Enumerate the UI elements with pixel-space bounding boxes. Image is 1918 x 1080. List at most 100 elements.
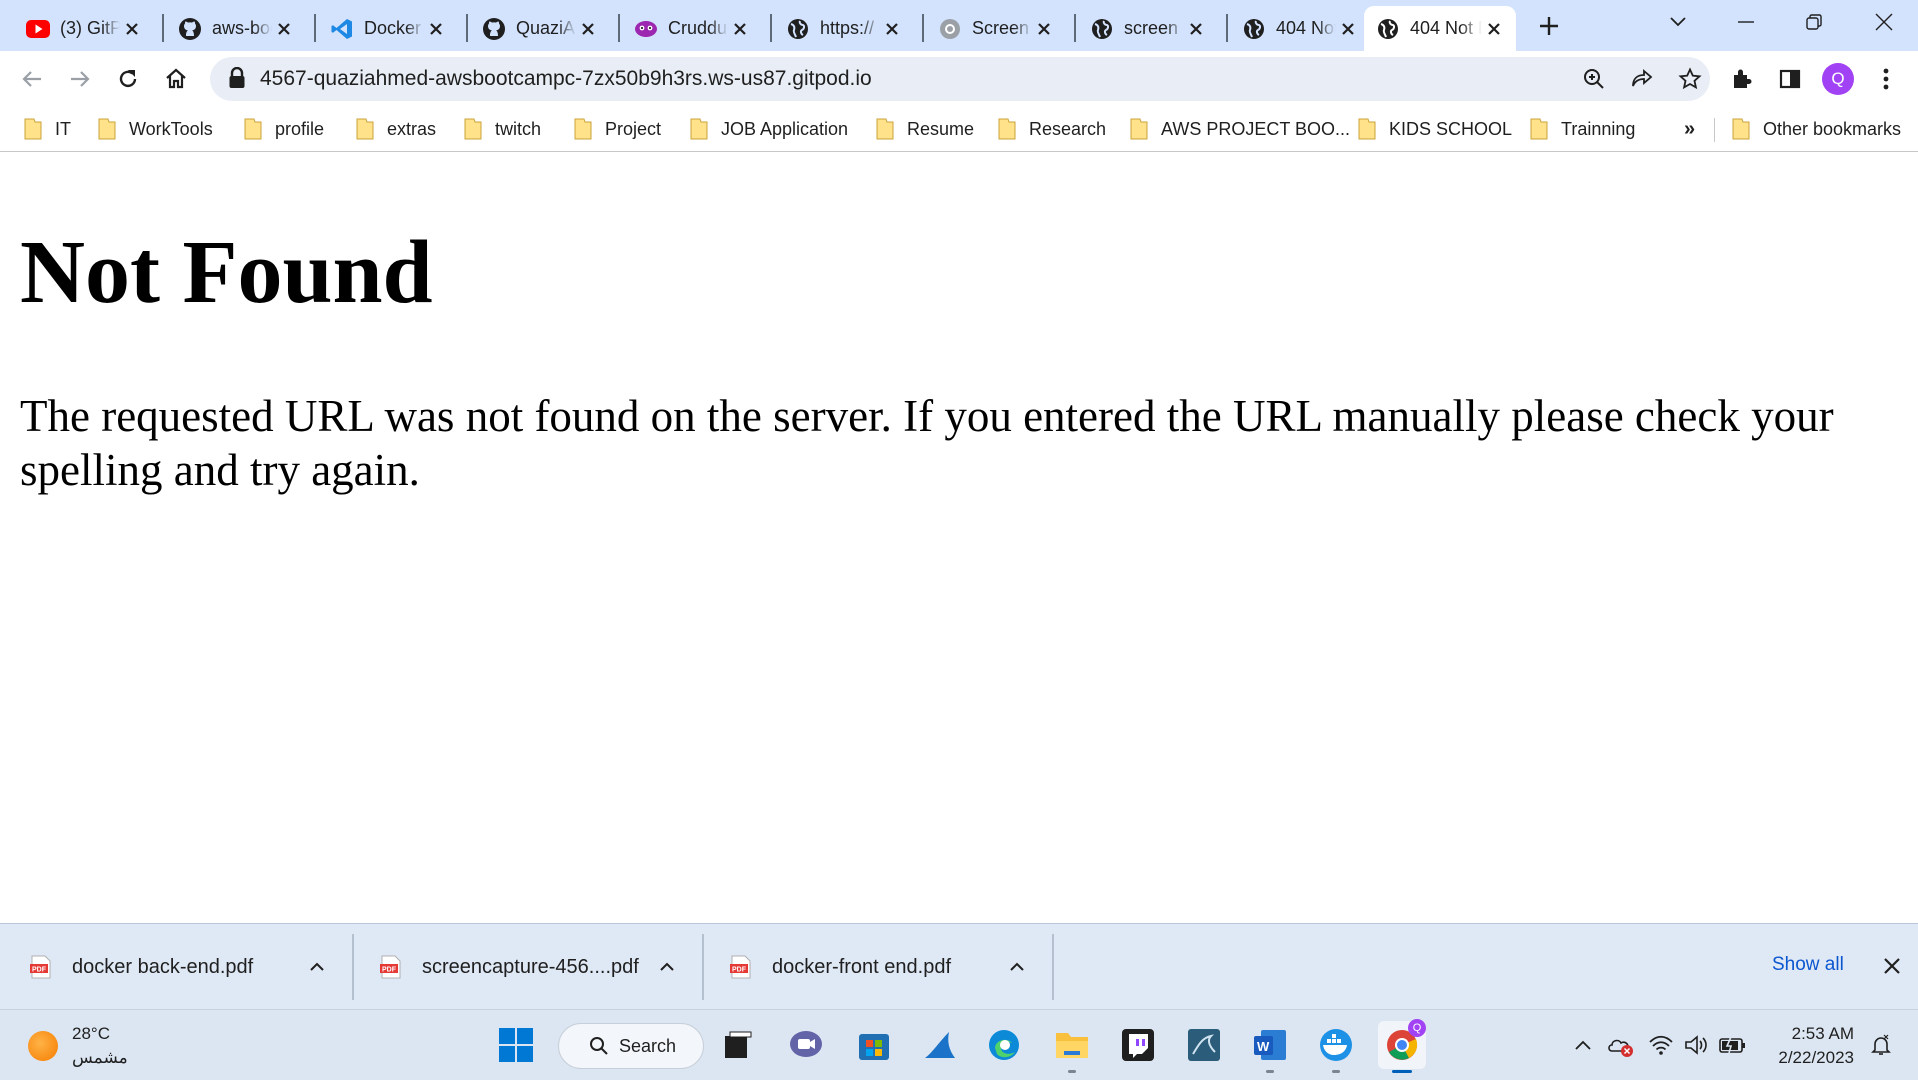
- onedrive-status[interactable]: [1606, 1030, 1636, 1060]
- dolphin-icon: [1188, 1029, 1220, 1061]
- home-button[interactable]: [156, 59, 196, 99]
- notifications-button[interactable]: [1866, 1030, 1896, 1060]
- system-clock[interactable]: 2:53 AM 2/22/2023: [1764, 1022, 1854, 1070]
- new-tab-button[interactable]: [1514, 4, 1584, 48]
- download-shelf: PDF docker back-end.pdf PDF screencaptur…: [0, 923, 1918, 1009]
- twitch-app[interactable]: [1114, 1021, 1162, 1069]
- lock-icon[interactable]: [228, 66, 246, 94]
- other-bookmarks[interactable]: Other bookmarks: [1732, 114, 1901, 144]
- tab-aws-bootcamp[interactable]: aws-bootcamp: [166, 6, 306, 51]
- tab-separator: [1226, 14, 1228, 42]
- bookmark-extras[interactable]: extras: [356, 114, 436, 144]
- close-tab-icon[interactable]: [880, 17, 904, 41]
- tab-screen-2[interactable]: screen: [1078, 6, 1218, 51]
- close-window-button[interactable]: [1850, 0, 1918, 44]
- bookmark-job-application[interactable]: JOB Application: [690, 114, 848, 144]
- chrome-app[interactable]: Q: [1378, 1019, 1426, 1073]
- bookmark-trainning[interactable]: Trainning: [1530, 114, 1635, 144]
- close-tab-icon[interactable]: [576, 17, 600, 41]
- close-tab-icon[interactable]: [1482, 17, 1506, 41]
- file-explorer-app[interactable]: [1048, 1021, 1096, 1073]
- url-text[interactable]: 4567-quaziahmed-awsbootcampc-7zx50b9h3rs…: [260, 67, 872, 91]
- search-icon: [590, 1037, 608, 1055]
- twitch-icon: [1122, 1029, 1154, 1061]
- tab-https[interactable]: https://: [774, 6, 914, 51]
- close-tab-icon[interactable]: [1336, 17, 1360, 41]
- start-button[interactable]: [492, 1021, 540, 1069]
- folder-icon: [1358, 118, 1376, 140]
- close-tab-icon[interactable]: [1032, 17, 1056, 41]
- mysql-workbench-app[interactable]: [1180, 1021, 1228, 1069]
- tab-search-button[interactable]: [1644, 0, 1712, 44]
- volume-control[interactable]: [1682, 1030, 1712, 1060]
- profile-button[interactable]: Q: [1818, 59, 1858, 99]
- bookmark-research[interactable]: Research: [998, 114, 1106, 144]
- menu-button[interactable]: [1866, 59, 1906, 99]
- bookmark-kids-school[interactable]: KIDS SCHOOL: [1358, 114, 1512, 144]
- back-button[interactable]: [12, 59, 52, 99]
- restore-button[interactable]: [1780, 0, 1848, 44]
- share-button[interactable]: [1622, 59, 1662, 99]
- pdf-file-icon: PDF: [380, 955, 401, 979]
- close-tab-icon[interactable]: [424, 17, 448, 41]
- show-all-button[interactable]: Show all: [1772, 954, 1844, 976]
- microsoft-store-app[interactable]: [850, 1021, 898, 1069]
- speaker-icon: [1685, 1035, 1707, 1055]
- star-icon: [1678, 67, 1702, 90]
- chevron-up-icon[interactable]: [1002, 952, 1032, 982]
- tab-screen[interactable]: Screen: [926, 6, 1066, 51]
- forward-button[interactable]: [60, 59, 100, 99]
- tab-404-not-found-active[interactable]: 404 Not Found: [1364, 6, 1516, 51]
- close-tab-icon[interactable]: [120, 17, 144, 41]
- side-panel-button[interactable]: [1770, 59, 1810, 99]
- address-bar[interactable]: 4567-quaziahmed-awsbootcampc-7zx50b9h3rs…: [210, 57, 1710, 101]
- github-icon: [178, 17, 202, 41]
- bookmark-twitch[interactable]: twitch: [464, 114, 541, 144]
- sun-icon: [28, 1031, 58, 1061]
- extensions-button[interactable]: [1722, 59, 1762, 99]
- bookmark-project[interactable]: Project: [574, 114, 661, 144]
- bookmark-resume[interactable]: Resume: [876, 114, 974, 144]
- tab-cruddur[interactable]: Cruddur: [622, 6, 762, 51]
- tab-404-not-found[interactable]: 404 Not Found: [1230, 6, 1370, 51]
- close-tab-icon[interactable]: [728, 17, 752, 41]
- arrow-left-icon: [22, 71, 41, 87]
- show-hidden-icons-button[interactable]: [1568, 1030, 1598, 1060]
- tab-gitpod-youtube[interactable]: (3) GitPod: [14, 6, 154, 51]
- minimize-button[interactable]: [1712, 0, 1780, 44]
- folder-icon: [1130, 118, 1148, 140]
- download-item[interactable]: PDF docker back-end.pdf: [30, 924, 332, 1010]
- taskbar-search[interactable]: Search: [558, 1023, 704, 1069]
- reload-button[interactable]: [108, 59, 148, 99]
- teams-app[interactable]: [782, 1021, 830, 1069]
- bookmarks-overflow-button[interactable]: »: [1684, 114, 1695, 144]
- weather-widget[interactable]: 28°C مشمس: [28, 1022, 128, 1070]
- close-tab-icon[interactable]: [1184, 17, 1208, 41]
- bookmark-star-button[interactable]: [1670, 59, 1710, 99]
- chevron-up-icon[interactable]: [302, 952, 332, 982]
- bookmark-profile[interactable]: profile: [244, 114, 324, 144]
- chevron-up-icon[interactable]: [652, 952, 682, 982]
- close-shelf-button[interactable]: [1878, 952, 1906, 980]
- tab-quaziahmed[interactable]: QuaziAhmed: [470, 6, 610, 51]
- cruddur-icon: [634, 17, 658, 41]
- zoom-button[interactable]: [1574, 59, 1614, 99]
- folder-icon: [690, 118, 708, 140]
- close-tab-icon[interactable]: [272, 17, 296, 41]
- download-item[interactable]: PDF docker-front end.pdf: [730, 924, 1032, 1010]
- wifi-status[interactable]: [1646, 1030, 1676, 1060]
- docker-app[interactable]: [1312, 1021, 1360, 1073]
- tab-docker[interactable]: Docker: [318, 6, 458, 51]
- task-view-button[interactable]: [714, 1021, 762, 1069]
- wifi-icon: [1649, 1035, 1673, 1055]
- vscode-icon: [330, 17, 354, 41]
- bookmark-aws-project[interactable]: AWS PROJECT BOO...: [1130, 114, 1350, 144]
- bookmark-it[interactable]: IT: [24, 114, 71, 144]
- battery-status[interactable]: [1718, 1030, 1748, 1060]
- close-icon: [1875, 13, 1893, 31]
- wireshark-app[interactable]: [916, 1021, 964, 1069]
- edge-browser-app[interactable]: [980, 1021, 1028, 1069]
- bookmark-worktools[interactable]: WorkTools: [98, 114, 213, 144]
- word-app[interactable]: W: [1246, 1021, 1294, 1073]
- download-item[interactable]: PDF screencapture-456....pdf: [380, 924, 682, 1010]
